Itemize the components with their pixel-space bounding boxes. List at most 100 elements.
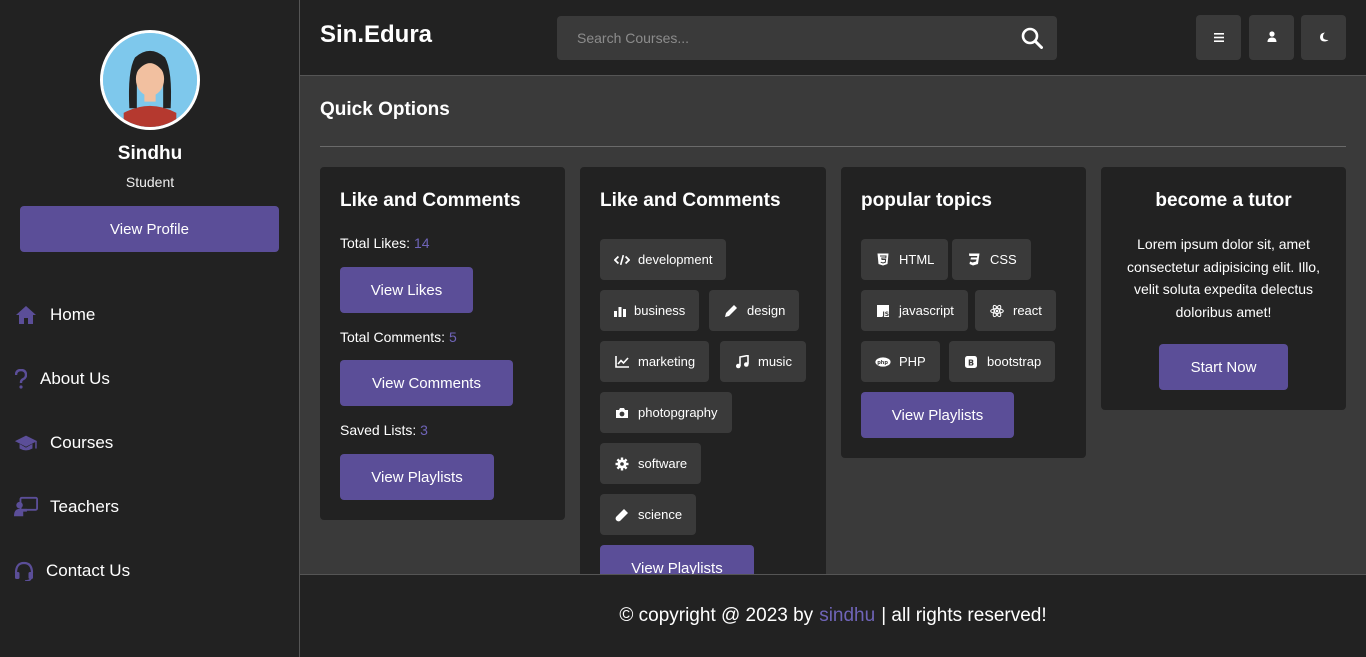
vial-icon	[614, 507, 630, 523]
js-icon: JS	[875, 303, 891, 319]
user-icon	[1267, 29, 1277, 47]
tag-label: software	[638, 456, 688, 471]
tag-development[interactable]: development	[600, 239, 727, 280]
theme-toggle-button[interactable]	[1301, 15, 1346, 60]
sidebar-item-about-us[interactable]: About Us	[14, 364, 110, 394]
footer-copyright: © copyright @ 2023 by	[619, 605, 814, 626]
saved-lists-count: 3	[420, 422, 428, 438]
card-title: Like and Comments	[340, 190, 521, 211]
tag-label: CSS	[990, 252, 1017, 267]
profile-role: Student	[125, 174, 175, 190]
site-logo[interactable]: Sin.Edura	[320, 21, 432, 49]
footer-rights: | all rights reserved!	[881, 605, 1047, 626]
sidebar: Sindhu Student View Profile Home About U…	[0, 0, 300, 657]
total-likes-count: 14	[413, 235, 430, 251]
view-comments-button[interactable]: View Comments	[340, 360, 513, 406]
menu-button[interactable]	[1196, 15, 1241, 60]
view-likes-button[interactable]: View Likes	[340, 267, 473, 313]
tag-react[interactable]: react	[975, 290, 1056, 331]
popular-topics-card: popular topics HTML CSS JS javascript re…	[841, 167, 1086, 458]
tag-label: marketing	[638, 354, 696, 369]
tag-label: react	[1013, 303, 1042, 318]
user-button[interactable]	[1249, 15, 1294, 60]
graduation-cap-icon	[14, 431, 38, 455]
tag-label: science	[638, 507, 683, 522]
become-tutor-card: become a tutor Lorem ipsum dolor sit, am…	[1101, 167, 1346, 410]
profile-name: Sindhu	[117, 143, 183, 164]
tag-bootstrap[interactable]: B bootstrap	[949, 341, 1056, 382]
sidebar-item-label: Courses	[50, 433, 114, 452]
card-title: Like and Comments	[600, 190, 781, 211]
card-title: popular topics	[861, 190, 992, 211]
saved-lists-label: Saved Lists:	[340, 422, 417, 438]
tag-label: bootstrap	[987, 354, 1042, 369]
code-icon	[614, 252, 630, 268]
headset-icon	[14, 559, 34, 583]
sidebar-item-courses[interactable]: Courses	[14, 428, 113, 458]
music-icon	[734, 354, 750, 370]
home-icon	[14, 303, 38, 327]
footer-author-link[interactable]: sindhu	[819, 605, 875, 627]
sidebar-item-label: Contact Us	[46, 561, 131, 580]
footer: © copyright @ 2023 by sindhu | all right…	[300, 574, 1366, 657]
total-comments: Total Comments: 5	[340, 329, 457, 345]
css3-icon	[966, 252, 982, 268]
search-form	[557, 16, 1057, 60]
total-likes-label: Total Likes:	[340, 235, 411, 251]
tag-design[interactable]: design	[709, 290, 800, 331]
tag-html[interactable]: HTML	[861, 239, 949, 280]
react-icon	[989, 303, 1005, 319]
html5-icon	[875, 252, 891, 268]
total-comments-label: Total Comments:	[340, 329, 446, 345]
tag-label: HTML	[899, 252, 935, 267]
search-input[interactable]	[557, 16, 997, 60]
sidebar-item-home[interactable]: Home	[14, 300, 95, 330]
user-avatar-icon	[103, 33, 197, 127]
tag-marketing[interactable]: marketing	[600, 341, 710, 382]
top-header: Sin.Edura	[300, 0, 1366, 76]
question-icon	[14, 367, 28, 391]
total-comments-count: 5	[448, 329, 457, 345]
svg-text:B: B	[968, 358, 974, 367]
tag-photography[interactable]: photopgraphy	[600, 392, 732, 433]
sidebar-item-label: Home	[50, 305, 96, 324]
search-icon[interactable]	[1021, 27, 1043, 49]
moon-icon	[1319, 29, 1329, 47]
tag-php[interactable]: php PHP	[861, 341, 940, 382]
tag-business[interactable]: business	[600, 290, 700, 331]
sidebar-item-label: Teachers	[50, 497, 119, 516]
avatar[interactable]	[100, 30, 200, 130]
section-divider	[320, 146, 1346, 147]
categories-card: Like and Comments development business d…	[580, 167, 826, 591]
camera-icon	[614, 405, 630, 421]
tag-label: javascript	[899, 303, 954, 318]
likes-comments-card: Like and Comments Total Likes: 14 View L…	[320, 167, 565, 520]
tag-javascript[interactable]: JS javascript	[861, 290, 968, 331]
bar-chart-icon	[614, 303, 626, 319]
saved-lists: Saved Lists: 3	[340, 422, 428, 438]
view-profile-button[interactable]: View Profile	[20, 206, 279, 252]
gear-icon	[614, 456, 630, 472]
sidebar-item-teachers[interactable]: Teachers	[14, 492, 119, 522]
tutor-description: Lorem ipsum dolor sit, amet consectetur …	[1127, 236, 1320, 320]
sidebar-item-label: About Us	[40, 369, 110, 388]
bootstrap-icon: B	[963, 354, 979, 370]
view-playlists-button[interactable]: View Playlists	[861, 392, 1014, 438]
tag-label: PHP	[899, 354, 926, 369]
php-icon: php	[875, 354, 891, 370]
tag-label: development	[638, 252, 713, 267]
section-title: Quick Options	[320, 99, 450, 120]
svg-text:JS: JS	[882, 311, 890, 317]
menu-icon	[1213, 29, 1224, 47]
tag-label: music	[758, 354, 792, 369]
tag-css[interactable]: CSS	[952, 239, 1031, 280]
view-playlists-button[interactable]: View Playlists	[340, 454, 494, 500]
tag-label: design	[747, 303, 786, 318]
start-now-button[interactable]: Start Now	[1159, 344, 1288, 390]
sidebar-item-contact-us[interactable]: Contact Us	[14, 556, 130, 586]
tag-science[interactable]: science	[600, 494, 697, 535]
tag-music[interactable]: music	[720, 341, 806, 382]
tag-software[interactable]: software	[600, 443, 702, 484]
pencil-icon	[723, 303, 739, 319]
tag-label: business	[634, 303, 686, 318]
